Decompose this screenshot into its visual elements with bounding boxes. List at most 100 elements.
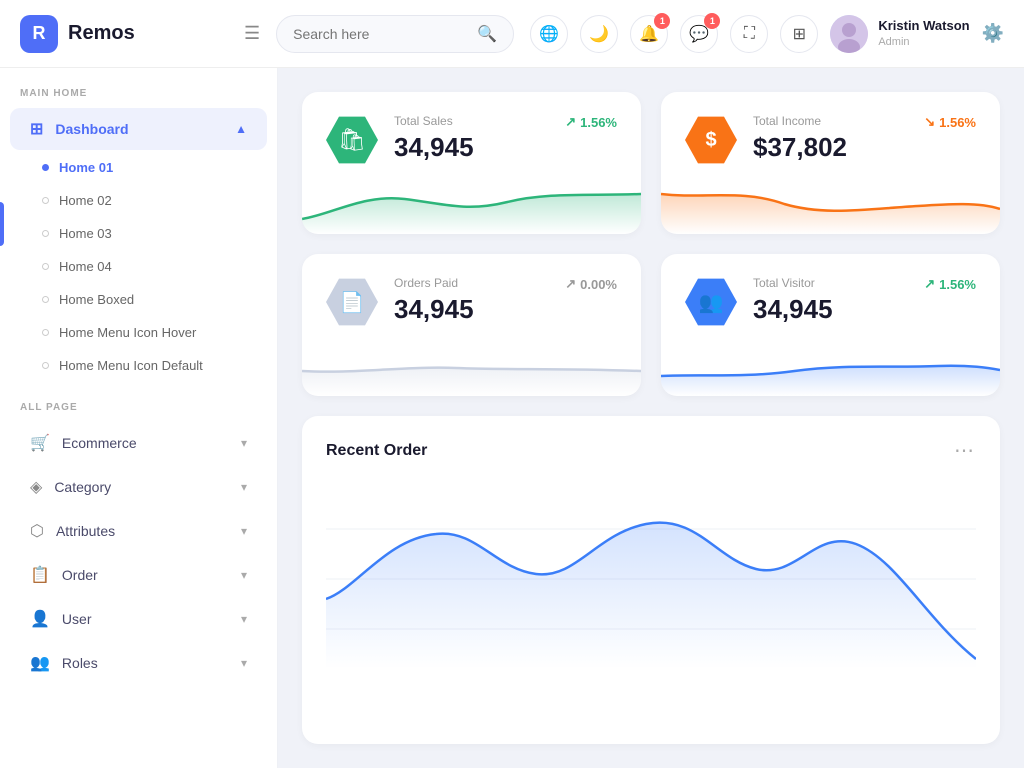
attributes-icon: ⬡ bbox=[30, 521, 44, 541]
moon-icon: 🌙 bbox=[589, 24, 609, 44]
card-change: ↘ 1.56% bbox=[924, 114, 976, 130]
sparkline-area bbox=[661, 336, 1000, 396]
sidebar-subitem-home04[interactable]: Home 04 bbox=[0, 250, 277, 283]
home-boxed-label: Home Boxed bbox=[59, 292, 134, 307]
settings-button[interactable]: ⚙️ bbox=[982, 23, 1004, 44]
messages-button[interactable]: 💬 1 bbox=[680, 15, 718, 53]
sidebar-item-user[interactable]: 👤 User ▾ bbox=[10, 598, 267, 640]
dot-icon bbox=[42, 197, 49, 204]
main-layout: MAIN HOME ⊞ Dashboard ▲ Home 01 Home 02 … bbox=[0, 68, 1024, 768]
card-header: $ Total Income $37,802 ↘ 1.56% bbox=[685, 114, 976, 166]
notifications-button[interactable]: 🔔 1 bbox=[630, 15, 668, 53]
card-value: 34,945 bbox=[394, 132, 549, 163]
user-name: Kristin Watson bbox=[878, 18, 969, 35]
sidebar-item-dashboard[interactable]: ⊞ Dashboard ▲ bbox=[10, 108, 267, 150]
header-actions: 🌐 🌙 🔔 1 💬 1 ⛶ ⊞ bbox=[530, 15, 1004, 53]
home-icon-default-label: Home Menu Icon Default bbox=[59, 358, 203, 373]
chevron-up-icon: ▲ bbox=[235, 122, 247, 136]
card-label: Orders Paid bbox=[394, 276, 549, 290]
theme-toggle-button[interactable]: 🌙 bbox=[580, 15, 618, 53]
stats-cards-row: 🛍 Total Sales 34,945 ↗ 1.56% bbox=[302, 92, 1000, 396]
sparkline-area bbox=[302, 174, 641, 234]
sidebar-item-ecommerce[interactable]: 🛒 Ecommerce ▾ bbox=[10, 422, 267, 464]
sidebar-item-order[interactable]: 📋 Order ▾ bbox=[10, 554, 267, 596]
avatar bbox=[830, 15, 868, 53]
dashboard-label: Dashboard bbox=[55, 121, 128, 137]
stat-card-total-sales: 🛍 Total Sales 34,945 ↗ 1.56% bbox=[302, 92, 641, 234]
category-icon: ◈ bbox=[30, 477, 42, 497]
sidebar-subitem-home-boxed[interactable]: Home Boxed bbox=[0, 283, 277, 316]
recent-order-title: Recent Order bbox=[326, 442, 427, 460]
dot-icon bbox=[42, 164, 49, 171]
sparkline-area bbox=[302, 336, 641, 396]
card-title-row: Recent Order ⋯ bbox=[326, 438, 976, 463]
attributes-label: Attributes bbox=[56, 523, 115, 539]
search-bar[interactable]: 🔍 bbox=[276, 15, 514, 53]
user-icon: 👤 bbox=[30, 609, 50, 629]
sidebar-item-attributes[interactable]: ⬡ Attributes ▾ bbox=[10, 510, 267, 552]
sidebar-subitem-home-icon-default[interactable]: Home Menu Icon Default bbox=[0, 349, 277, 382]
sidebar-item-category[interactable]: ◈ Category ▾ bbox=[10, 466, 267, 508]
change-value: 1.56% bbox=[939, 277, 976, 292]
home04-label: Home 04 bbox=[59, 259, 112, 274]
chevron-down-icon: ▾ bbox=[241, 612, 247, 626]
search-input[interactable] bbox=[293, 26, 469, 42]
dot-icon bbox=[42, 329, 49, 336]
expand-button[interactable]: ⛶ bbox=[730, 15, 768, 53]
messages-badge: 1 bbox=[704, 13, 720, 29]
card-meta: Orders Paid 34,945 bbox=[394, 276, 549, 325]
card-header: 👥 Total Visitor 34,945 ↗ 1.56% bbox=[685, 276, 976, 328]
change-value: 1.56% bbox=[939, 115, 976, 130]
card-label: Total Visitor bbox=[753, 276, 908, 290]
recent-order-card: Recent Order ⋯ bbox=[302, 416, 1000, 744]
chevron-down-icon: ▾ bbox=[241, 656, 247, 670]
search-icon: 🔍 bbox=[477, 24, 497, 44]
sidebar-subitem-home02[interactable]: Home 02 bbox=[0, 184, 277, 217]
cart-icon: 🛒 bbox=[30, 433, 50, 453]
sidebar-section-main: MAIN HOME bbox=[0, 68, 277, 107]
sparkline-area bbox=[661, 174, 1000, 234]
orders-icon: 📄 bbox=[326, 276, 378, 328]
card-label: Total Sales bbox=[394, 114, 549, 128]
stat-card-total-visitor: 👥 Total Visitor 34,945 ↗ 1.56% bbox=[661, 254, 1000, 396]
stat-card-total-income: $ Total Income $37,802 ↘ 1.56% bbox=[661, 92, 1000, 234]
sidebar: MAIN HOME ⊞ Dashboard ▲ Home 01 Home 02 … bbox=[0, 68, 278, 768]
grid-icon: ⊞ bbox=[793, 24, 806, 44]
sidebar-item-roles[interactable]: 👥 Roles ▾ bbox=[10, 642, 267, 684]
logo-block: R Remos bbox=[20, 15, 220, 53]
home02-label: Home 02 bbox=[59, 193, 112, 208]
sidebar-toggle-button[interactable]: ☰ bbox=[244, 23, 260, 44]
sidebar-subitem-home03[interactable]: Home 03 bbox=[0, 217, 277, 250]
card-change: ↗ 1.56% bbox=[565, 114, 617, 130]
category-label: Category bbox=[54, 479, 111, 495]
card-header: 📄 Orders Paid 34,945 ↗ 0.00% bbox=[326, 276, 617, 328]
grid-button[interactable]: ⊞ bbox=[780, 15, 818, 53]
sidebar-subitem-home-icon-hover[interactable]: Home Menu Icon Hover bbox=[0, 316, 277, 349]
income-icon: $ bbox=[685, 114, 737, 166]
notifications-badge: 1 bbox=[654, 13, 670, 29]
arrow-neutral-icon: ↗ bbox=[565, 276, 576, 292]
user-profile-block[interactable]: Kristin Watson Admin bbox=[830, 15, 969, 53]
sidebar-subitem-home01[interactable]: Home 01 bbox=[0, 151, 277, 184]
card-value: 34,945 bbox=[753, 294, 908, 325]
arrow-up-icon: ↗ bbox=[565, 114, 576, 130]
chevron-down-icon: ▾ bbox=[241, 524, 247, 538]
app-header: R Remos ☰ 🔍 🌐 🌙 🔔 1 💬 1 ⛶ ⊞ bbox=[0, 0, 1024, 68]
home03-label: Home 03 bbox=[59, 226, 112, 241]
user-role: Admin bbox=[878, 35, 969, 49]
more-options-button[interactable]: ⋯ bbox=[954, 438, 976, 463]
order-icon: 📋 bbox=[30, 565, 50, 585]
roles-label: Roles bbox=[62, 655, 98, 671]
card-meta: Total Visitor 34,945 bbox=[753, 276, 908, 325]
sidebar-section-all: ALL PAGE bbox=[0, 382, 277, 421]
dot-icon bbox=[42, 296, 49, 303]
sales-icon: 🛍 bbox=[326, 114, 378, 166]
main-content: 🛍 Total Sales 34,945 ↗ 1.56% bbox=[278, 68, 1024, 768]
ecommerce-label: Ecommerce bbox=[62, 435, 137, 451]
dot-icon bbox=[42, 230, 49, 237]
card-meta: Total Sales 34,945 bbox=[394, 114, 549, 163]
language-button[interactable]: 🌐 bbox=[530, 15, 568, 53]
arrow-up-icon: ↗ bbox=[924, 276, 935, 292]
visitor-icon: 👥 bbox=[685, 276, 737, 328]
home-icon-hover-label: Home Menu Icon Hover bbox=[59, 325, 196, 340]
